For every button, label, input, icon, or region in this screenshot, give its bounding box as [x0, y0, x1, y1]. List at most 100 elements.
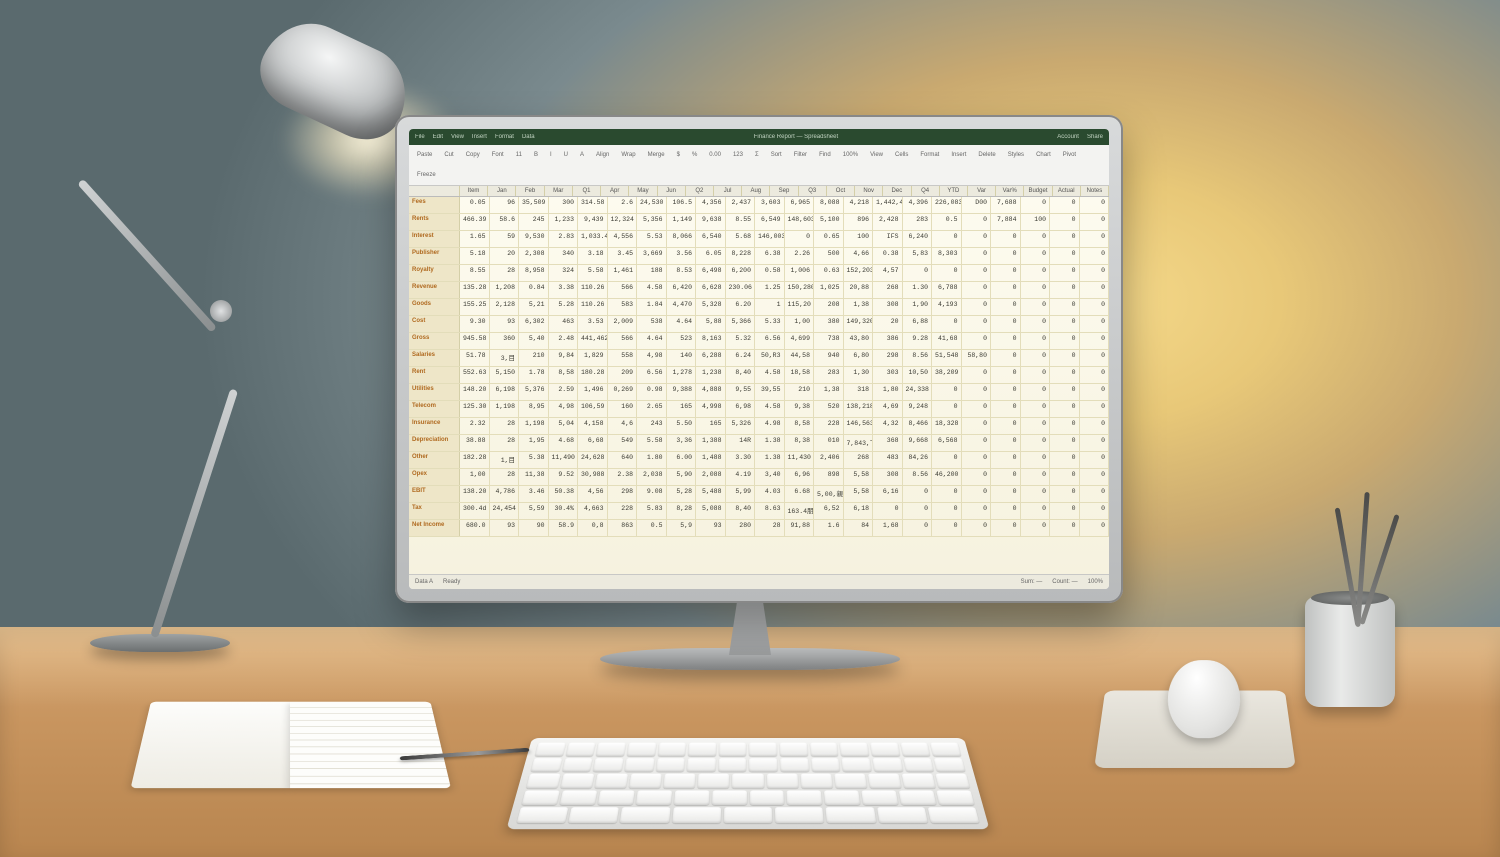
cell[interactable]: 0 [1080, 265, 1110, 281]
cell[interactable]: 6.56 [755, 333, 785, 349]
cell[interactable]: 6,498 [696, 265, 726, 281]
cell[interactable]: 2,088 [696, 469, 726, 485]
cell[interactable]: 6,540 [696, 231, 726, 247]
table-row[interactable]: Net Income680.0939058.90,88630.55,993280… [409, 520, 1109, 537]
cell[interactable]: 5.18 [460, 248, 490, 264]
cell[interactable]: 59 [490, 231, 520, 247]
cell[interactable]: 1,025 [814, 282, 844, 298]
column-header[interactable]: Var% [996, 186, 1024, 196]
row-header[interactable]: Utilities [409, 384, 460, 400]
cell[interactable]: 1.6 [814, 520, 844, 536]
cell[interactable]: 2,428 [873, 214, 903, 230]
table-row[interactable]: Rent552.635,1501.788,58180.282096.561,27… [409, 367, 1109, 384]
cell[interactable]: 0 [1080, 503, 1110, 519]
cell[interactable]: 0 [1021, 265, 1051, 281]
column-header[interactable]: Actual [1053, 186, 1081, 196]
cell[interactable]: 0 [1021, 333, 1051, 349]
row-header[interactable]: Depreciation [409, 435, 460, 451]
cell[interactable]: 6,18 [844, 503, 874, 519]
cell[interactable]: 3.45 [608, 248, 638, 264]
cell[interactable]: 20,88 [844, 282, 874, 298]
cell[interactable]: 368 [873, 435, 903, 451]
cell[interactable]: 50.38 [549, 486, 579, 502]
cell[interactable]: 558 [608, 350, 638, 366]
cell[interactable]: 0 [1080, 452, 1110, 468]
cell[interactable]: 0 [1021, 231, 1051, 247]
cell[interactable]: 38.88 [460, 435, 490, 451]
cell[interactable]: 0 [991, 333, 1021, 349]
column-header[interactable]: Oct [827, 186, 855, 196]
cell[interactable]: 0 [932, 452, 962, 468]
cell[interactable]: 549 [608, 435, 638, 451]
cell[interactable]: 10,50 [903, 367, 933, 383]
cell[interactable]: 2.26 [785, 248, 815, 264]
cell[interactable]: 3.46 [519, 486, 549, 502]
cell[interactable]: 4.98 [755, 418, 785, 434]
cell[interactable]: 0 [962, 384, 992, 400]
cell[interactable]: 125.30 [460, 401, 490, 417]
cell[interactable]: 9,38 [785, 401, 815, 417]
cell[interactable]: 552.63 [460, 367, 490, 383]
cell[interactable]: 5,356 [637, 214, 667, 230]
cell[interactable]: 0 [1050, 265, 1080, 281]
cell[interactable]: 1,442,458 [873, 197, 903, 213]
cell[interactable]: 0 [932, 231, 962, 247]
cell[interactable]: 245 [519, 214, 549, 230]
cell[interactable]: 0 [1080, 418, 1110, 434]
cell[interactable]: 35,509 [519, 197, 549, 213]
share-button[interactable]: Share [1087, 134, 1103, 140]
cell[interactable]: 4,663 [578, 503, 608, 519]
cell[interactable]: 0 [1050, 282, 1080, 298]
row-header[interactable]: Salaries [409, 350, 460, 366]
cell[interactable]: 6,200 [726, 265, 756, 281]
cell[interactable]: 1,388 [696, 435, 726, 451]
cell[interactable]: 41,68 [932, 333, 962, 349]
cell[interactable]: 91,88 [785, 520, 815, 536]
table-row[interactable]: Salaries51.783,目2109,841,8295584,981406,… [409, 350, 1109, 367]
row-header[interactable]: Tax [409, 503, 460, 519]
cell[interactable]: 8,088 [814, 197, 844, 213]
cell[interactable]: 9.30 [460, 316, 490, 332]
cell[interactable]: 300 [549, 197, 579, 213]
cell[interactable]: 44,58 [785, 350, 815, 366]
row-header[interactable]: Rent [409, 367, 460, 383]
ribbon-button[interactable]: Cells [891, 150, 912, 160]
cell[interactable]: 38,209 [932, 367, 962, 383]
cell[interactable]: 84 [844, 520, 874, 536]
cell[interactable]: 5,376 [519, 384, 549, 400]
cell[interactable]: 8,163 [696, 333, 726, 349]
cell[interactable]: 0 [1080, 197, 1110, 213]
ribbon-button[interactable]: U [560, 150, 572, 160]
cell[interactable]: 863 [608, 520, 638, 536]
table-row[interactable]: Revenue135.281,2080.843.38110.265664.586… [409, 282, 1109, 299]
cell[interactable]: 0 [962, 248, 992, 264]
cell[interactable]: 380 [814, 316, 844, 332]
cell[interactable]: 58.6 [490, 214, 520, 230]
cell[interactable]: 0 [962, 452, 992, 468]
column-header[interactable]: Budget [1024, 186, 1052, 196]
cell[interactable]: 4,98 [637, 350, 667, 366]
cell[interactable]: 0 [1021, 299, 1051, 315]
cell[interactable]: 51,548 [932, 350, 962, 366]
cell[interactable]: 1,00 [460, 469, 490, 485]
cell[interactable]: 8,28 [667, 503, 697, 519]
cell[interactable]: 0 [1050, 469, 1080, 485]
cell[interactable]: 0 [991, 367, 1021, 383]
cell[interactable]: 0 [1050, 333, 1080, 349]
cell[interactable]: 20 [490, 248, 520, 264]
row-header[interactable]: Gross [409, 333, 460, 349]
cell[interactable]: 0 [1050, 520, 1080, 536]
cell[interactable]: D00 [962, 197, 992, 213]
ribbon-button[interactable]: 11 [512, 150, 526, 160]
cell[interactable]: 0 [962, 214, 992, 230]
cell[interactable]: 523 [667, 333, 697, 349]
grid-body[interactable]: Fees0.059635,509300314.582.624,530106.54… [409, 197, 1109, 574]
cell[interactable]: 24,530 [637, 197, 667, 213]
cell[interactable]: 8,58 [785, 418, 815, 434]
cell[interactable]: 9,248 [903, 401, 933, 417]
cell[interactable]: 280 [726, 520, 756, 536]
cell[interactable]: 0 [962, 265, 992, 281]
cell[interactable]: 483 [873, 452, 903, 468]
cell[interactable]: 6.20 [726, 299, 756, 315]
cell[interactable]: 0 [1021, 197, 1051, 213]
